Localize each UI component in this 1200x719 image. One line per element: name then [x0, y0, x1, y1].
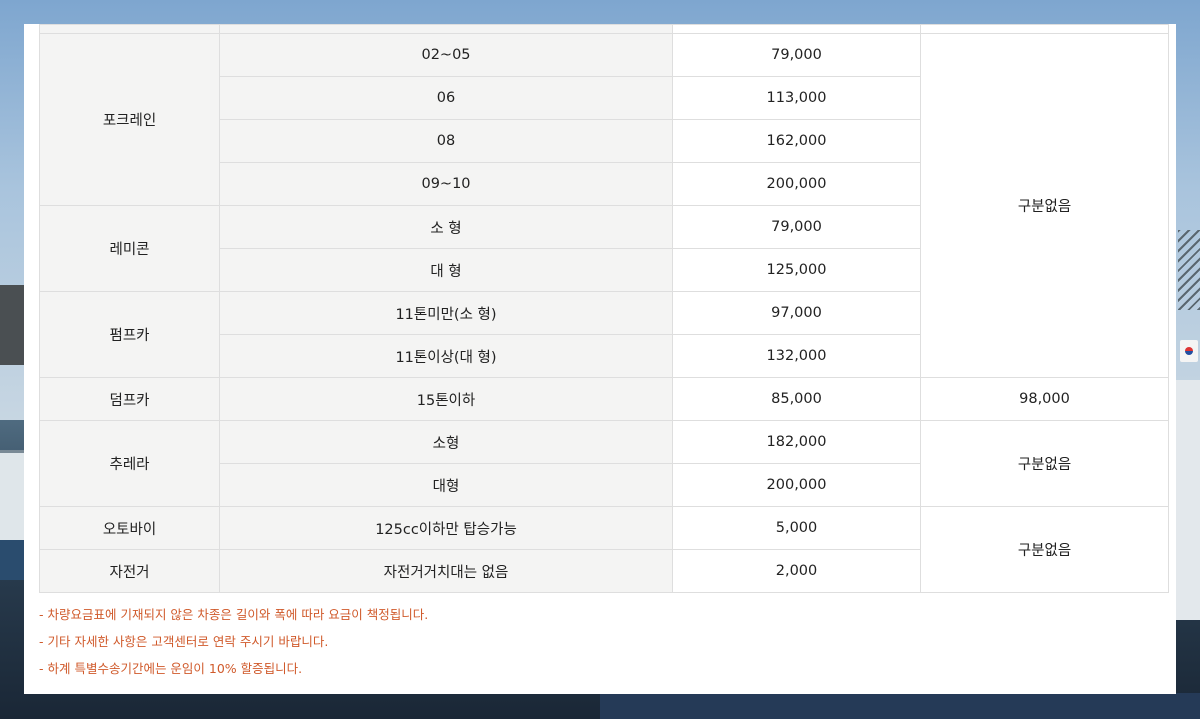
subtype-cell: 대형 — [219, 463, 673, 507]
fare-notes: - 차량요금표에 기재되지 않은 차종은 길이와 폭에 따라 요금이 책정됩니다… — [39, 606, 1161, 678]
price-cell: 182,000 — [672, 420, 921, 464]
category-cell: 포크레인 — [39, 33, 220, 206]
table-row-partial — [39, 24, 1169, 34]
table-row: 오토바이 125cc이하만 탑승가능 5,000 구분없음 — [39, 506, 1169, 593]
subtype-cell: 11톤미만(소 형) — [219, 291, 673, 335]
note-line: - 하계 특별수송기간에는 운임이 10% 할증됩니다. — [39, 661, 303, 676]
category-cell: 레미콘 — [39, 205, 220, 292]
background-crane — [1178, 230, 1200, 310]
note-cell: 구분없음 — [920, 33, 1169, 378]
background-ship-right — [1176, 380, 1200, 620]
category-cell: 자전거 — [39, 549, 220, 593]
vehicle-fare-table: 포크레인 02~05 79,000 구분없음 06 113,000 08 162… — [39, 24, 1169, 593]
subtype-cell: 09~10 — [219, 162, 673, 206]
subtype-cell: 08 — [219, 119, 673, 163]
table-cell — [672, 24, 921, 34]
note-cell: 구분없음 — [920, 506, 1169, 593]
subtype-cell: 125cc이하만 탑승가능 — [219, 506, 673, 550]
subtype-cell: 소 형 — [219, 205, 673, 249]
table-cell — [39, 24, 220, 34]
table-row: 덤프카 15톤이하 85,000 98,000 — [39, 377, 1169, 421]
table-row: 포크레인 02~05 79,000 구분없음 — [39, 33, 1169, 378]
price-cell: 5,000 — [672, 506, 921, 550]
table-cell — [920, 24, 1169, 34]
category-cell: 오토바이 — [39, 506, 220, 550]
fare-panel: 포크레인 02~05 79,000 구분없음 06 113,000 08 162… — [24, 24, 1176, 694]
korean-flag-icon — [1180, 340, 1198, 362]
note-cell: 구분없음 — [920, 420, 1169, 507]
subtype-cell: 06 — [219, 76, 673, 120]
price-cell: 200,000 — [672, 162, 921, 206]
price-cell: 85,000 — [672, 377, 921, 421]
subtype-cell: 대 형 — [219, 248, 673, 292]
note-line: - 차량요금표에 기재되지 않은 차종은 길이와 폭에 따라 요금이 책정됩니다… — [39, 607, 429, 622]
price-cell: 113,000 — [672, 76, 921, 120]
subtype-cell: 자전거거치대는 없음 — [219, 549, 673, 593]
subtype-cell: 02~05 — [219, 33, 673, 77]
price-cell: 162,000 — [672, 119, 921, 163]
price-cell: 132,000 — [672, 334, 921, 378]
subtype-cell: 15톤이하 — [219, 377, 673, 421]
subtype-cell: 소형 — [219, 420, 673, 464]
background-ship-bottom — [600, 693, 1200, 719]
table-cell — [219, 24, 673, 34]
price-cell: 125,000 — [672, 248, 921, 292]
price-cell: 2,000 — [672, 549, 921, 593]
category-cell: 펌프카 — [39, 291, 220, 378]
table-row: 추레라 소형 182,000 구분없음 — [39, 420, 1169, 507]
price-cell: 79,000 — [672, 33, 921, 77]
note-line: - 기타 자세한 사항은 고객센터로 연락 주시기 바랍니다. — [39, 634, 329, 649]
category-cell: 추레라 — [39, 420, 220, 507]
subtype-cell: 11톤이상(대 형) — [219, 334, 673, 378]
category-cell: 덤프카 — [39, 377, 220, 421]
price-cell: 79,000 — [672, 205, 921, 249]
price-cell: 200,000 — [672, 463, 921, 507]
note-cell: 98,000 — [920, 377, 1169, 421]
price-cell: 97,000 — [672, 291, 921, 335]
